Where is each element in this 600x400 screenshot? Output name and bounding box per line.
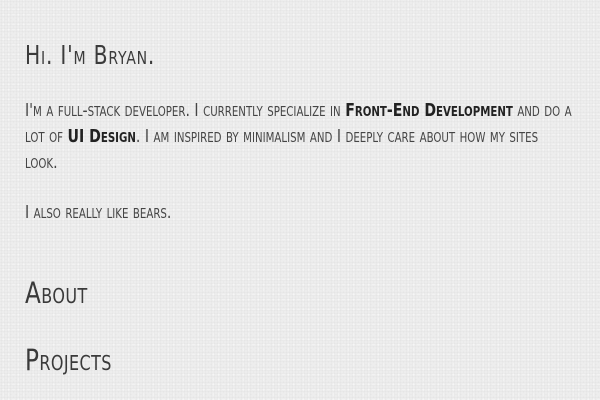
bears-paragraph: I also really like bears. bbox=[25, 202, 172, 223]
bio-paragraph: I'm a full-stack developer. I currently … bbox=[25, 98, 575, 176]
bio-text-1: I'm a full-stack developer. I currently … bbox=[25, 100, 346, 121]
highlight-front-end: Front-End Development bbox=[345, 100, 513, 121]
highlight-ui-design: UI Design bbox=[67, 126, 136, 147]
nav-about-link[interactable]: About bbox=[25, 276, 88, 310]
nav-projects-link[interactable]: Projects bbox=[25, 343, 112, 377]
page-greeting: Hi. I'm Bryan. bbox=[25, 41, 156, 71]
